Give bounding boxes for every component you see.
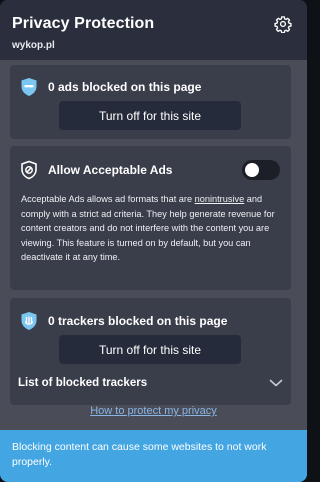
ads-blocked-count: 0 ads blocked on this page	[48, 80, 202, 94]
warning-banner: Blocking content can cause some websites…	[0, 430, 307, 482]
ads-blocked-row: 0 ads blocked on this page	[20, 77, 201, 97]
blocked-trackers-list-label: List of blocked trackers	[18, 377, 148, 389]
acceptable-ads-toggle[interactable]	[242, 160, 280, 180]
warning-text: Blocking content can cause some websites…	[12, 441, 267, 468]
shield-icon	[21, 78, 37, 96]
site-domain: wykop.pl	[12, 40, 55, 51]
blocked-trackers-list-toggle[interactable]: List of blocked trackers	[18, 374, 283, 392]
how-to-protect-privacy-link[interactable]: How to protect my privacy	[0, 405, 307, 417]
panel-title: Privacy Protection	[12, 15, 155, 32]
trackers-blocked-card: 0 trackers blocked on this page Turn off…	[10, 298, 291, 405]
trackers-blocked-row: 0 trackers blocked on this page	[20, 311, 227, 331]
nonintrusive-link[interactable]: nonintrusive	[195, 194, 245, 204]
ads-blocked-card: 0 ads blocked on this page Turn off for …	[10, 65, 291, 139]
no-symbol-shield-icon	[21, 160, 37, 180]
acceptable-ads-row: Allow Acceptable Ads	[20, 160, 172, 180]
acceptable-ads-description: Acceptable Ads allows ad formats that ar…	[21, 192, 283, 265]
gear-icon[interactable]	[274, 15, 292, 33]
turn-off-ads-button[interactable]: Turn off for this site	[59, 101, 241, 130]
header: Privacy Protection wykop.pl	[0, 0, 307, 60]
description-text-start: Acceptable Ads allows ad formats that ar…	[21, 194, 195, 204]
toggle-knob	[245, 163, 259, 177]
tracker-shield-icon	[21, 312, 37, 330]
chevron-down-icon	[269, 379, 283, 387]
trackers-blocked-count: 0 trackers blocked on this page	[48, 314, 228, 328]
acceptable-ads-card: Allow Acceptable Ads Acceptable Ads allo…	[10, 146, 291, 290]
acceptable-ads-label: Allow Acceptable Ads	[48, 163, 173, 177]
description-text-end: and comply with a strict ad criteria. Th…	[21, 194, 275, 263]
turn-off-trackers-button[interactable]: Turn off for this site	[59, 335, 241, 364]
privacy-protection-panel: Privacy Protection wykop.pl 0 ads blocke…	[0, 0, 307, 482]
